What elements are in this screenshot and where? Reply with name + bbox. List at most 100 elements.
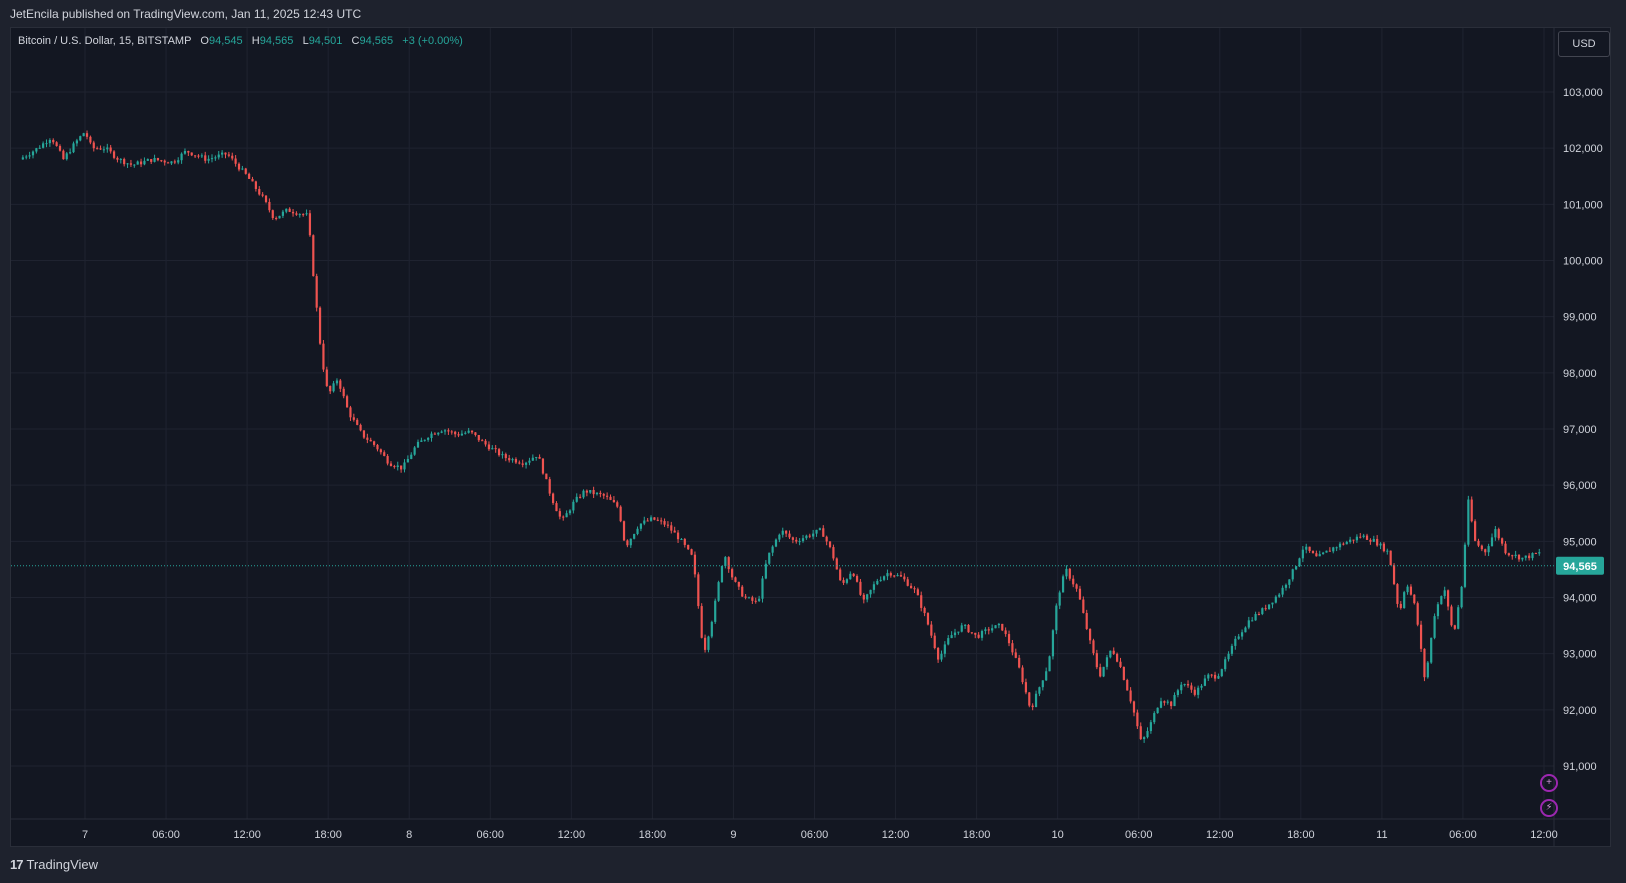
candle-body [619,506,622,522]
candle-body [717,582,720,601]
candle-body [1213,674,1217,679]
candle-body [795,539,798,542]
candle-body [828,541,832,548]
candle-body [55,142,58,147]
candle-body [1376,538,1379,546]
candle-body [264,195,268,202]
candle-body [1001,623,1004,631]
candle-body [271,210,274,219]
candle-body [1004,630,1007,635]
candle-body [85,133,89,137]
candle-body [1088,628,1092,641]
candle-body [474,432,477,436]
candle-body [602,494,605,496]
x-tick-label: 12:00 [1530,829,1558,841]
candle-body [1061,576,1065,593]
candle-body [1126,679,1129,691]
candlestick-chart[interactable]: 91,000 92,000 93,000 94,000 95,000 96,000 97,0… [0,0,1626,883]
candle-body [75,140,78,144]
candle-body [720,566,724,583]
candle-body [194,155,197,157]
x-tick-label: 11 [1376,829,1387,841]
candle-body [859,581,862,595]
candle-body [38,147,41,149]
candle-body [1470,499,1473,522]
candle-body [1261,608,1264,615]
candle-body [464,432,467,434]
candle-body [1234,638,1237,646]
candle-body [1409,586,1413,595]
candle-body [504,454,507,459]
candle-body [1170,701,1173,707]
candle-body [812,533,815,537]
candle-body [923,607,926,614]
high-value: 94,565 [259,35,294,47]
candle-body [1267,604,1271,610]
candle-body [882,576,886,580]
change-value: +3 (+0.00%) [402,35,463,47]
candle-body [724,557,727,567]
candle-body [758,598,761,601]
candle-body [754,600,757,602]
candle-body [268,201,271,211]
x-tick-label: 18:00 [639,829,667,841]
candle-body [761,578,764,599]
candle-body [1311,551,1315,554]
candle-body [903,576,906,580]
candle-body [1139,726,1142,740]
candle-body [1031,705,1034,708]
candle-body [484,440,487,445]
candle-body [734,577,737,582]
candle-body [1024,682,1028,693]
candle-body [909,585,913,589]
candle-body [420,440,423,442]
candle-body [1254,614,1257,621]
close-value: 94,565 [359,35,394,47]
candle-body [1034,693,1038,708]
candle-body [670,525,673,531]
candle-body [957,631,960,633]
candle-body [1271,602,1274,605]
candle-body [896,575,899,577]
currency-button[interactable]: USD [1558,31,1610,57]
candle-body [1281,587,1284,595]
candle-body [62,150,65,160]
candle-body [376,444,379,450]
candle-body [248,173,251,179]
candle-body [1230,645,1234,654]
candle-body [345,396,349,408]
candle-body [126,163,129,165]
candle-body [1365,535,1369,540]
candle-body [139,161,143,165]
candle-body [842,580,845,583]
candle-body [450,431,453,433]
y-tick-label: 103,000 [1563,87,1603,99]
candle-body [676,532,680,540]
candle-body [950,635,953,639]
candle-body [1021,667,1024,683]
candle-body [930,624,933,636]
candle-body [1463,544,1467,587]
lightning-icon[interactable]: ⚡ [1540,799,1558,817]
candle-body [1460,586,1463,608]
candle-body [1359,536,1362,538]
candle-body [1342,543,1345,545]
candle-body [1116,653,1119,662]
candle-body [143,160,146,165]
candle-body [660,520,663,522]
candle-body [568,510,572,514]
candle-body [1156,707,1159,714]
candle-body [342,388,345,397]
plus-icon[interactable]: + [1540,774,1558,792]
candle-body [335,380,339,384]
candle-body [778,534,781,540]
candle-body [1153,713,1156,723]
candle-body [1244,627,1247,633]
candle-body [622,521,626,541]
candle-body [960,625,963,632]
candle-body [524,462,528,465]
candle-body [1240,632,1244,637]
candle-body [747,597,751,599]
candle-body [261,194,264,196]
tradingview-logo[interactable]: 17 TradingView [10,857,98,872]
